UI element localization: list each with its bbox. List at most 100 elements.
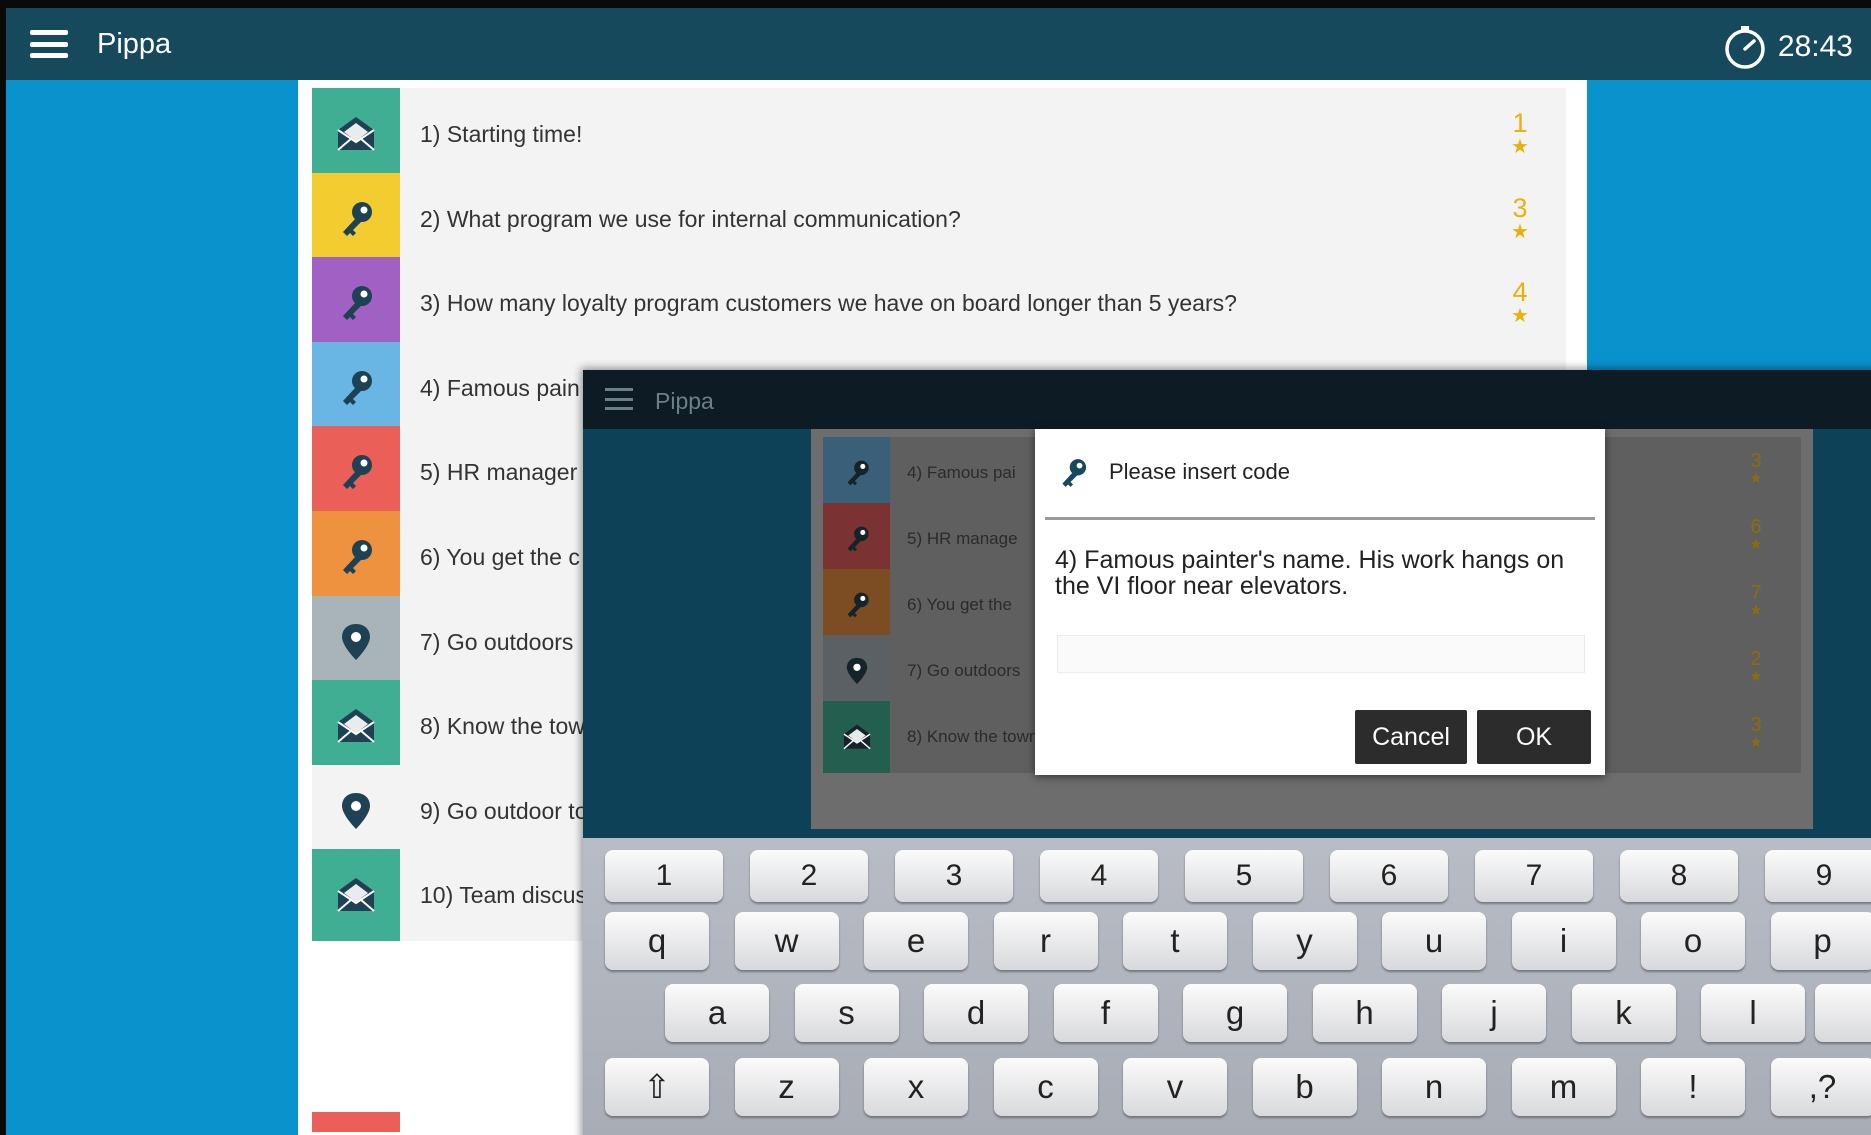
overlay-task-label: 7) Go outdoors (907, 661, 1021, 680)
key[interactable]: b (1252, 1058, 1357, 1116)
task-label: 2) What program we use for internal comm… (420, 205, 961, 232)
points-value: 2 (1750, 648, 1762, 670)
task-label: 4) Famous pain (420, 374, 580, 401)
overlay-task-icon-box (823, 437, 890, 509)
key-icon (1062, 459, 1087, 487)
shift-key[interactable]: ⇧ (605, 1058, 709, 1116)
key[interactable]: ,? (1770, 1058, 1871, 1116)
key[interactable]: d (924, 984, 1028, 1042)
key[interactable]: 8 (1620, 850, 1738, 902)
task-label: 7) Go outdoors (420, 628, 574, 655)
overlay-task-label: 4) Famous pai (907, 463, 1016, 482)
star-icon: ★ (1749, 668, 1763, 685)
key[interactable]: x (864, 1058, 968, 1116)
task-label: 3) How many loyalty program customers we… (420, 290, 1237, 317)
cancel-button[interactable]: Cancel (1355, 710, 1467, 764)
key[interactable]: f (1053, 984, 1158, 1042)
overlay-screenshot: Pippa 4) Famous pai 3 ★ 5) HR manage 6 ★ 6) Yo… (583, 370, 1871, 1135)
timer: 28:43 (1722, 24, 1853, 70)
key[interactable]: 6 (1330, 850, 1448, 902)
envelope-icon (337, 117, 375, 151)
key[interactable]: c (993, 1058, 1098, 1116)
task-label: 1) Starting time! (420, 121, 583, 147)
key[interactable]: u (1382, 912, 1486, 970)
task-points: 1 ★ (1508, 108, 1532, 159)
insert-code-dialog: Please insert code 4) Famous painter's n… (1035, 429, 1605, 775)
points-value: 6 (1750, 516, 1762, 538)
task-icon-box (312, 257, 400, 350)
clock-icon (1725, 26, 1765, 69)
key[interactable]: r (993, 912, 1098, 970)
location-pin-icon (846, 657, 867, 685)
key[interactable]: g (1183, 984, 1287, 1042)
code-input[interactable] (1057, 635, 1585, 673)
task-row[interactable]: 1) Starting time! 1 ★ (312, 88, 1566, 180)
overlay-task-points: 6 ★ (1747, 517, 1765, 553)
key[interactable]: ! (1641, 1058, 1745, 1116)
key[interactable]: e (864, 912, 968, 970)
key[interactable]: a (665, 984, 769, 1042)
key[interactable]: h (1312, 984, 1417, 1042)
ok-button[interactable]: OK (1477, 710, 1591, 764)
key[interactable]: z (734, 1058, 839, 1116)
task-icon-box (312, 341, 400, 434)
task-label: 6) You get the c (420, 544, 580, 570)
task-label: 8) Know the tow (420, 713, 585, 740)
overlay-task-points: 3 ★ (1747, 715, 1765, 751)
key[interactable]: o (1641, 912, 1745, 970)
key[interactable]: 1 (605, 850, 723, 902)
key[interactable]: q (605, 912, 709, 970)
key[interactable]: 5 (1185, 850, 1303, 902)
overlay-task-points: 3 ★ (1747, 451, 1765, 487)
key[interactable]: s (794, 984, 899, 1042)
key[interactable]: w (734, 912, 839, 970)
menu-icon[interactable] (30, 30, 68, 58)
overlay-task-icon-box (823, 635, 890, 707)
key[interactable]: l (1701, 984, 1805, 1042)
app-window: Pippa 28:43 1) Starting time! 1 ★ 2) What p… (6, 8, 1871, 1135)
location-pin-icon (342, 623, 370, 660)
overlay-task-label: 6) You get the (907, 595, 1012, 614)
task-icon-box (312, 680, 400, 773)
key[interactable]: i (1511, 912, 1616, 970)
star-icon: ★ (1749, 536, 1763, 553)
points-value: 1 (1512, 108, 1528, 138)
star-icon: ★ (1511, 305, 1529, 328)
key[interactable]: n (1382, 1058, 1486, 1116)
key[interactable]: 9 (1765, 850, 1871, 902)
points-value: 3 (1750, 714, 1762, 736)
key[interactable]: 4 (1040, 850, 1158, 902)
key[interactable]: j (1442, 984, 1546, 1042)
task-icon-box (312, 511, 400, 603)
key[interactable]: p (1770, 912, 1871, 970)
overlay-task-icon-box (823, 701, 890, 773)
key[interactable]: 3 (895, 850, 1013, 902)
key[interactable]: y (1252, 912, 1357, 970)
key-icon (847, 526, 869, 552)
onscreen-keyboard: 1 2 3 4 5 6 7 8 9 q w e r t y u i o p a s d f g h j k l ⇧ z x c v b n m!,? (583, 838, 1871, 1135)
task-row[interactable]: 3) How many loyalty program customers we… (312, 257, 1566, 350)
task-row-partial (312, 1112, 400, 1132)
overlay-task-label: 5) HR manage (907, 529, 1018, 548)
task-icon-box (312, 595, 400, 688)
app-title: Pippa (97, 28, 172, 60)
key[interactable]: m (1511, 1058, 1616, 1116)
envelope-icon (842, 724, 871, 750)
key[interactable]: v (1123, 1058, 1227, 1116)
points-value: 7 (1750, 582, 1762, 604)
location-pin-icon (342, 792, 370, 829)
star-icon: ★ (1749, 602, 1763, 619)
key-icon (847, 460, 869, 486)
key[interactable]: t (1123, 912, 1227, 970)
dialog-header: Please insert code (1045, 429, 1595, 520)
key-icon (343, 540, 372, 574)
dialog-title: Please insert code (1109, 459, 1290, 484)
key[interactable]: 2 (750, 850, 868, 902)
key[interactable]: 7 (1475, 850, 1593, 902)
key[interactable]: k (1571, 984, 1676, 1042)
key-partial[interactable] (1815, 984, 1871, 1042)
task-points: 4 ★ (1508, 277, 1532, 328)
task-label: 5) HR manager (420, 459, 578, 486)
points-value: 4 (1512, 277, 1528, 308)
task-row[interactable]: 2) What program we use for internal comm… (312, 172, 1566, 265)
